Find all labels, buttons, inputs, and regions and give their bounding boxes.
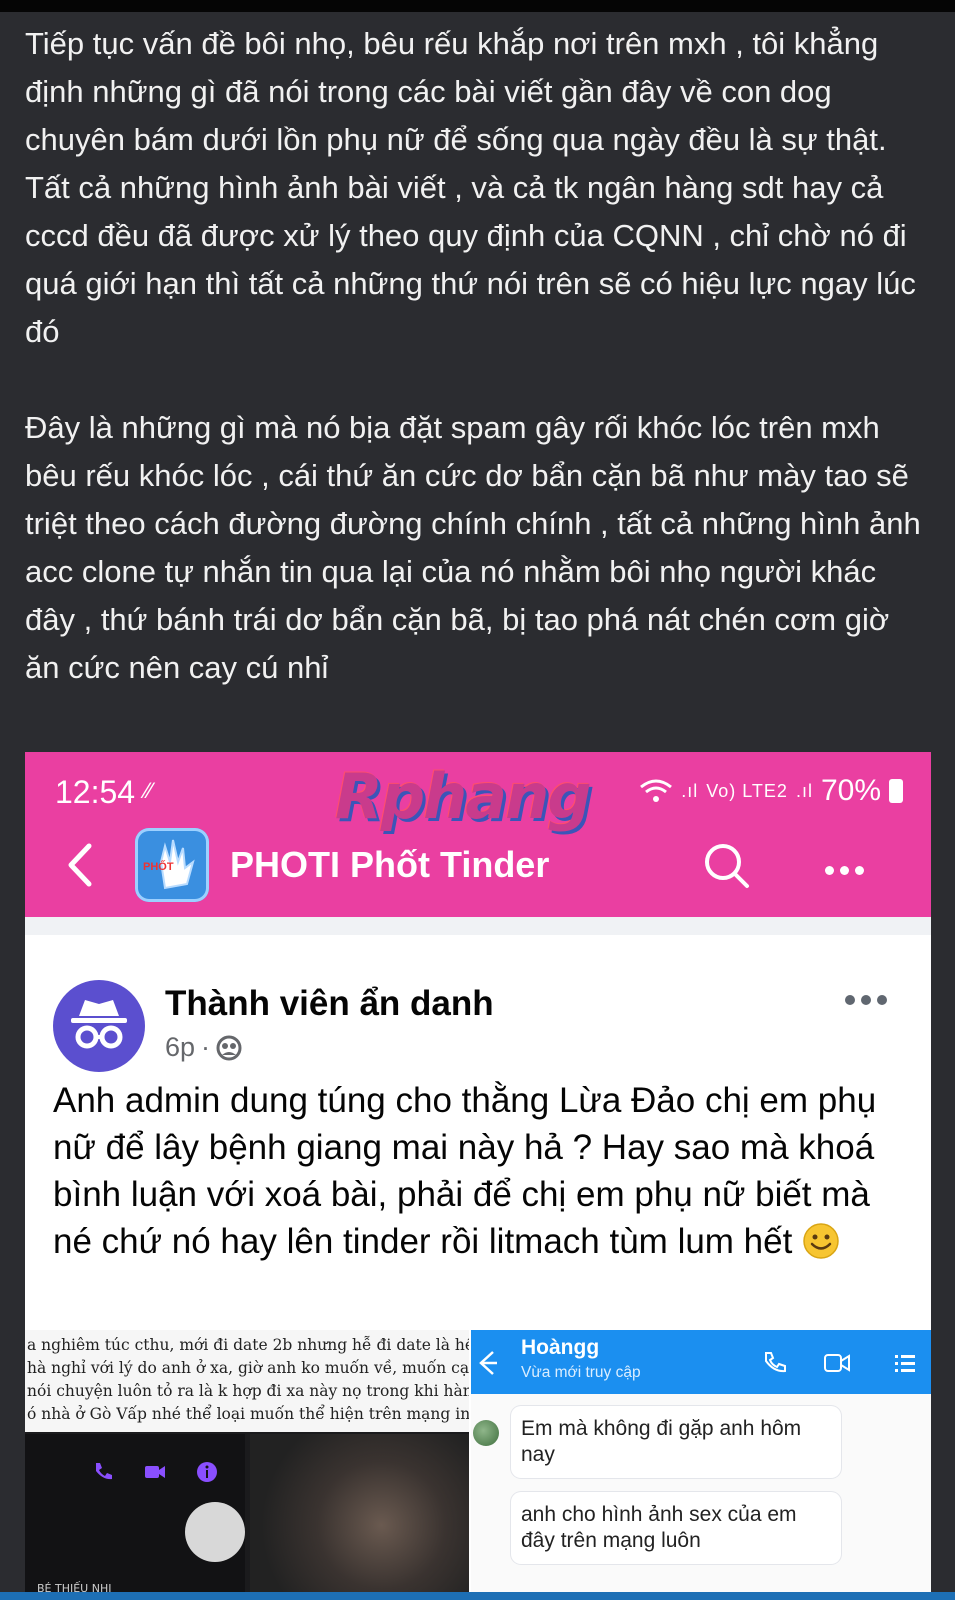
image-text-line: ó nhà ở Gò Vấp nhé thể loại muốn thể hiệ…: [27, 1405, 469, 1423]
back-arrow-icon: [479, 1351, 497, 1375]
status-indicators: .ıl Vo) LTE2 .ıl 70%: [639, 774, 903, 808]
network-label: Vo) LTE2: [706, 780, 788, 801]
signal-icon-2: .ıl: [795, 780, 813, 801]
post-meta: 6p ·: [165, 1032, 242, 1063]
divider: [25, 917, 931, 935]
menu-icon: [895, 1355, 915, 1372]
image-text-line: a nghiêm túc cthu, mới đi date 2b nhưng …: [27, 1336, 469, 1354]
attached-image-left[interactable]: a nghiêm túc cthu, mới đi date 2b nhưng …: [25, 1330, 469, 1600]
chat-header: Hoàngg Vừa mới truy cập: [471, 1330, 931, 1394]
smile-emoji-icon: [803, 1223, 839, 1259]
signal-icon: .ıl: [681, 780, 699, 801]
incognito-avatar-icon[interactable]: [53, 980, 145, 1072]
image-text-block: a nghiêm túc cthu, mới đi date 2b nhưng …: [25, 1330, 469, 1432]
phone-icon: [765, 1352, 786, 1373]
post-body: Anh admin dung túng cho thằng Lừa Đảo ch…: [53, 1077, 913, 1265]
contact-name: Hoàngg: [521, 1336, 600, 1359]
caption-paragraph-1: Tiếp tục vấn đề bôi nhọ, bêu rếu khắp nơ…: [25, 26, 916, 349]
logo-text: PHỐT: [143, 859, 174, 873]
chat-message: Em mà không đi gặp anh hôm nay: [511, 1406, 841, 1478]
embedded-screenshot[interactable]: 12:54 ⁄⁄ Rphang .ıl Vo) LTE2 .ıl 70% PHỐ…: [25, 752, 931, 1600]
back-arrow-icon[interactable]: [61, 840, 101, 890]
video-icon: [824, 1354, 850, 1372]
app-header: 12:54 ⁄⁄ Rphang .ıl Vo) LTE2 .ıl 70% PHỐ…: [25, 752, 931, 917]
post-options-icon[interactable]: [845, 992, 893, 1010]
author-name[interactable]: Thành viên ẩn danh: [165, 984, 494, 1024]
blurred-photo: [250, 1434, 469, 1600]
watermark-logo: Rphang: [335, 760, 592, 833]
messenger-preview: BÉ THIẾU NHI: [25, 1434, 245, 1600]
post-caption: Tiếp tục vấn đề bôi nhọ, bêu rếu khắp nơ…: [25, 20, 930, 692]
system-top-bar: [0, 0, 955, 12]
caption-paragraph-2: Đây là những gì mà nó bịa đặt spam gây r…: [25, 410, 921, 685]
group-logo[interactable]: PHỐT: [135, 828, 209, 902]
group-audience-icon: [216, 1035, 242, 1060]
phone-icon: [96, 1463, 112, 1480]
contact-avatar: [473, 1420, 499, 1446]
sync-icon: ⁄⁄: [145, 778, 153, 803]
video-icon: [145, 1466, 165, 1478]
more-icon[interactable]: [825, 862, 870, 880]
battery-level: 70%: [820, 774, 881, 807]
post-body-text: Anh admin dung túng cho thằng Lừa Đảo ch…: [53, 1081, 877, 1261]
bottom-edge: [0, 1592, 955, 1600]
image-text-line: nói chuyện luôn tỏ ra là k hợp đi xa này…: [27, 1382, 469, 1400]
avatar: [185, 1502, 245, 1562]
status-time: 12:54: [55, 774, 136, 810]
meta-separator: ·: [201, 1032, 211, 1062]
info-icon: [197, 1462, 217, 1482]
contact-status: Vừa mới truy cập: [521, 1364, 641, 1381]
image-text-line: hà nghỉ với lý do anh ở xa, giờ anh ko m…: [27, 1359, 469, 1377]
chat-message: anh cho hình ảnh sex của em đây trên mạn…: [511, 1492, 841, 1564]
search-icon[interactable]: [703, 842, 751, 890]
battery-icon: [889, 779, 903, 803]
post-time[interactable]: 6p: [165, 1032, 195, 1063]
attached-image-right[interactable]: Hoàngg Vừa mới truy cập Em mà không đi g…: [471, 1330, 931, 1600]
hand-logo-icon: PHỐT: [143, 839, 195, 890]
wifi-icon: [640, 779, 673, 802]
group-title: PHOTI Phốt Tinder: [230, 844, 550, 885]
